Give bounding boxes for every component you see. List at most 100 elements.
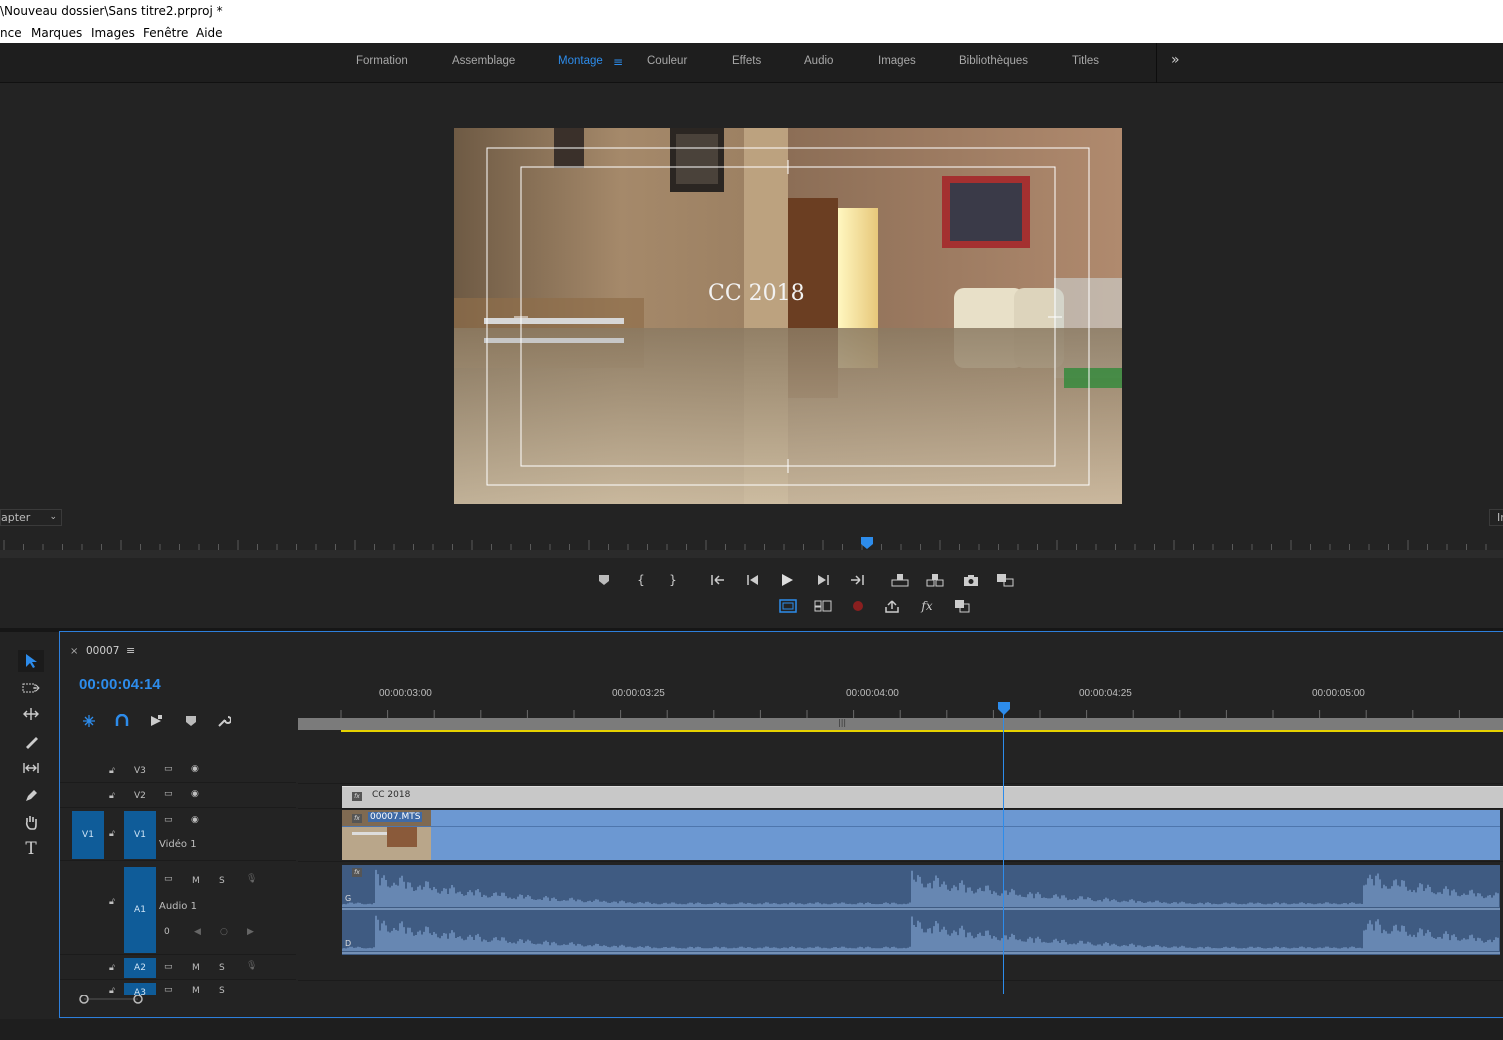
track-select-tool-icon[interactable]	[18, 677, 44, 699]
linked-selection-icon[interactable]	[146, 712, 166, 730]
multicam-icon[interactable]	[813, 597, 833, 615]
lane-v1[interactable]	[298, 809, 1503, 862]
timeline-settings-wrench-icon[interactable]	[214, 712, 234, 730]
microphone-icon[interactable]: 🎙︎	[246, 874, 257, 884]
mark-out-icon[interactable]: }	[663, 571, 683, 589]
vr-video-icon[interactable]	[952, 597, 972, 615]
program-monitor-frame[interactable]: CC 2018	[454, 128, 1122, 504]
fx-toggle-icon[interactable]: fx	[917, 597, 937, 615]
add-marker-icon[interactable]	[594, 571, 614, 589]
workspace-tab-titles[interactable]: Titles	[1072, 55, 1099, 67]
step-forward-icon[interactable]	[813, 571, 833, 589]
add-keyframe-icon[interactable]: ○	[220, 927, 228, 937]
export-frame-camera-icon[interactable]	[961, 571, 981, 589]
mute-button[interactable]: M	[192, 986, 200, 995]
step-back-icon[interactable]	[743, 571, 763, 589]
track-target-a1[interactable]: A1	[124, 867, 156, 953]
track-target-a3[interactable]: A3	[124, 983, 156, 995]
playhead-timecode[interactable]: 00:00:04:14	[79, 676, 161, 693]
lane-a2[interactable]	[298, 956, 1503, 981]
menu-marques[interactable]: Marques	[31, 23, 82, 43]
sync-lock-icon[interactable]: ▭	[164, 764, 173, 774]
volume-value[interactable]: 0	[164, 927, 170, 937]
tracks-area[interactable]: fx CC 2018 fx 00007.MTS fx G D	[298, 759, 1503, 999]
mark-in-icon[interactable]: {	[631, 571, 651, 589]
menu-sequence[interactable]: nce	[0, 23, 22, 43]
workspace-tab-formation[interactable]: Formation	[356, 55, 408, 67]
ripple-edit-tool-icon[interactable]	[18, 703, 44, 725]
workspace-tab-audio[interactable]: Audio	[804, 55, 833, 67]
menu-fenetre[interactable]: Fenêtre	[143, 23, 188, 43]
record-icon[interactable]	[848, 597, 868, 615]
eye-icon[interactable]: ◉	[191, 815, 199, 825]
timeline-zoom-scrollbar[interactable]	[60, 995, 1503, 1017]
eye-icon[interactable]: ◉	[191, 764, 199, 774]
resolution-select[interactable]: In	[1489, 509, 1503, 526]
title-clip[interactable]: fx CC 2018	[342, 786, 1503, 808]
sequence-tab[interactable]: 00007	[86, 645, 119, 657]
timeline-ruler[interactable]	[298, 704, 1503, 718]
track-target-v1[interactable]: V1	[124, 811, 156, 859]
close-tab-icon[interactable]: ×	[70, 646, 78, 657]
lock-icon[interactable]: 🔓︎	[109, 963, 115, 973]
razor-tool-icon[interactable]	[18, 731, 44, 753]
eye-icon[interactable]: ◉	[191, 789, 199, 799]
track-target-a2[interactable]: A2	[124, 958, 156, 978]
lock-icon[interactable]: 🔓︎	[109, 791, 115, 801]
monitor-time-ruler[interactable]	[0, 538, 1503, 550]
track-name-v2[interactable]: V2	[134, 791, 146, 801]
solo-button[interactable]: S	[219, 876, 225, 886]
solo-button[interactable]: S	[219, 986, 225, 995]
go-to-in-icon[interactable]	[708, 571, 728, 589]
work-area-bar[interactable]: |||	[298, 718, 1503, 730]
selection-tool-icon[interactable]	[18, 650, 44, 672]
workspace-tab-images[interactable]: Images	[878, 55, 916, 67]
track-name-v3[interactable]: V3	[134, 766, 146, 776]
microphone-icon[interactable]: 🎙︎	[246, 961, 257, 971]
solo-button[interactable]: S	[219, 963, 225, 973]
snap-magnet-icon[interactable]	[112, 712, 132, 730]
type-tool-icon[interactable]: T	[18, 838, 44, 860]
lane-v3[interactable]	[298, 759, 1503, 784]
sync-lock-icon[interactable]: ▭	[164, 789, 173, 799]
workspace-menu-icon[interactable]: ≡	[613, 55, 623, 69]
sync-lock-icon[interactable]: ▭	[164, 962, 173, 972]
menu-images[interactable]: Images	[91, 23, 135, 43]
workspace-tab-effets[interactable]: Effets	[732, 55, 761, 67]
pen-tool-icon[interactable]	[18, 785, 44, 807]
work-area-grip-icon[interactable]: |||	[838, 718, 846, 727]
timeline-playhead-line[interactable]	[1003, 704, 1004, 994]
lock-icon[interactable]: 🔓︎	[109, 829, 115, 839]
comparison-view-icon[interactable]	[995, 571, 1015, 589]
extract-icon[interactable]	[925, 571, 945, 589]
workspace-overflow-icon[interactable]: »	[1171, 52, 1180, 68]
nest-sequence-icon[interactable]	[79, 712, 99, 730]
lock-icon[interactable]: 🔓︎	[109, 986, 115, 995]
fit-zoom-select[interactable]: apter ⌄	[0, 509, 62, 526]
safe-margins-icon[interactable]	[778, 597, 798, 615]
mute-button[interactable]: M	[192, 963, 200, 973]
workspace-tab-montage[interactable]: Montage	[558, 55, 603, 67]
sync-lock-icon[interactable]: ▭	[164, 815, 173, 825]
workspace-tab-bibliotheques[interactable]: Bibliothèques	[959, 55, 1028, 67]
play-icon[interactable]	[777, 571, 797, 589]
prev-keyframe-icon[interactable]: ◀	[194, 927, 201, 937]
monitor-scrub-bar[interactable]	[0, 550, 1503, 558]
go-to-out-icon[interactable]	[847, 571, 867, 589]
timeline-playhead-icon[interactable]	[997, 702, 1011, 715]
menu-aide[interactable]: Aide	[196, 23, 223, 43]
mute-button[interactable]: M	[192, 876, 200, 886]
hand-tool-icon[interactable]	[18, 811, 44, 833]
monitor-playhead-icon[interactable]	[861, 537, 873, 549]
sync-lock-icon[interactable]: ▭	[164, 874, 173, 884]
export-icon[interactable]	[882, 597, 902, 615]
workspace-tab-couleur[interactable]: Couleur	[647, 55, 687, 67]
audio-clip[interactable]: fx G D	[341, 865, 1500, 955]
lock-icon[interactable]: 🔓︎	[109, 897, 115, 907]
lift-icon[interactable]	[890, 571, 910, 589]
add-marker-timeline-icon[interactable]	[181, 712, 201, 730]
sync-lock-icon[interactable]: ▭	[164, 985, 173, 995]
next-keyframe-icon[interactable]: ▶	[247, 927, 254, 937]
panel-menu-icon[interactable]: ≡	[126, 644, 135, 657]
slip-tool-icon[interactable]	[18, 757, 44, 779]
